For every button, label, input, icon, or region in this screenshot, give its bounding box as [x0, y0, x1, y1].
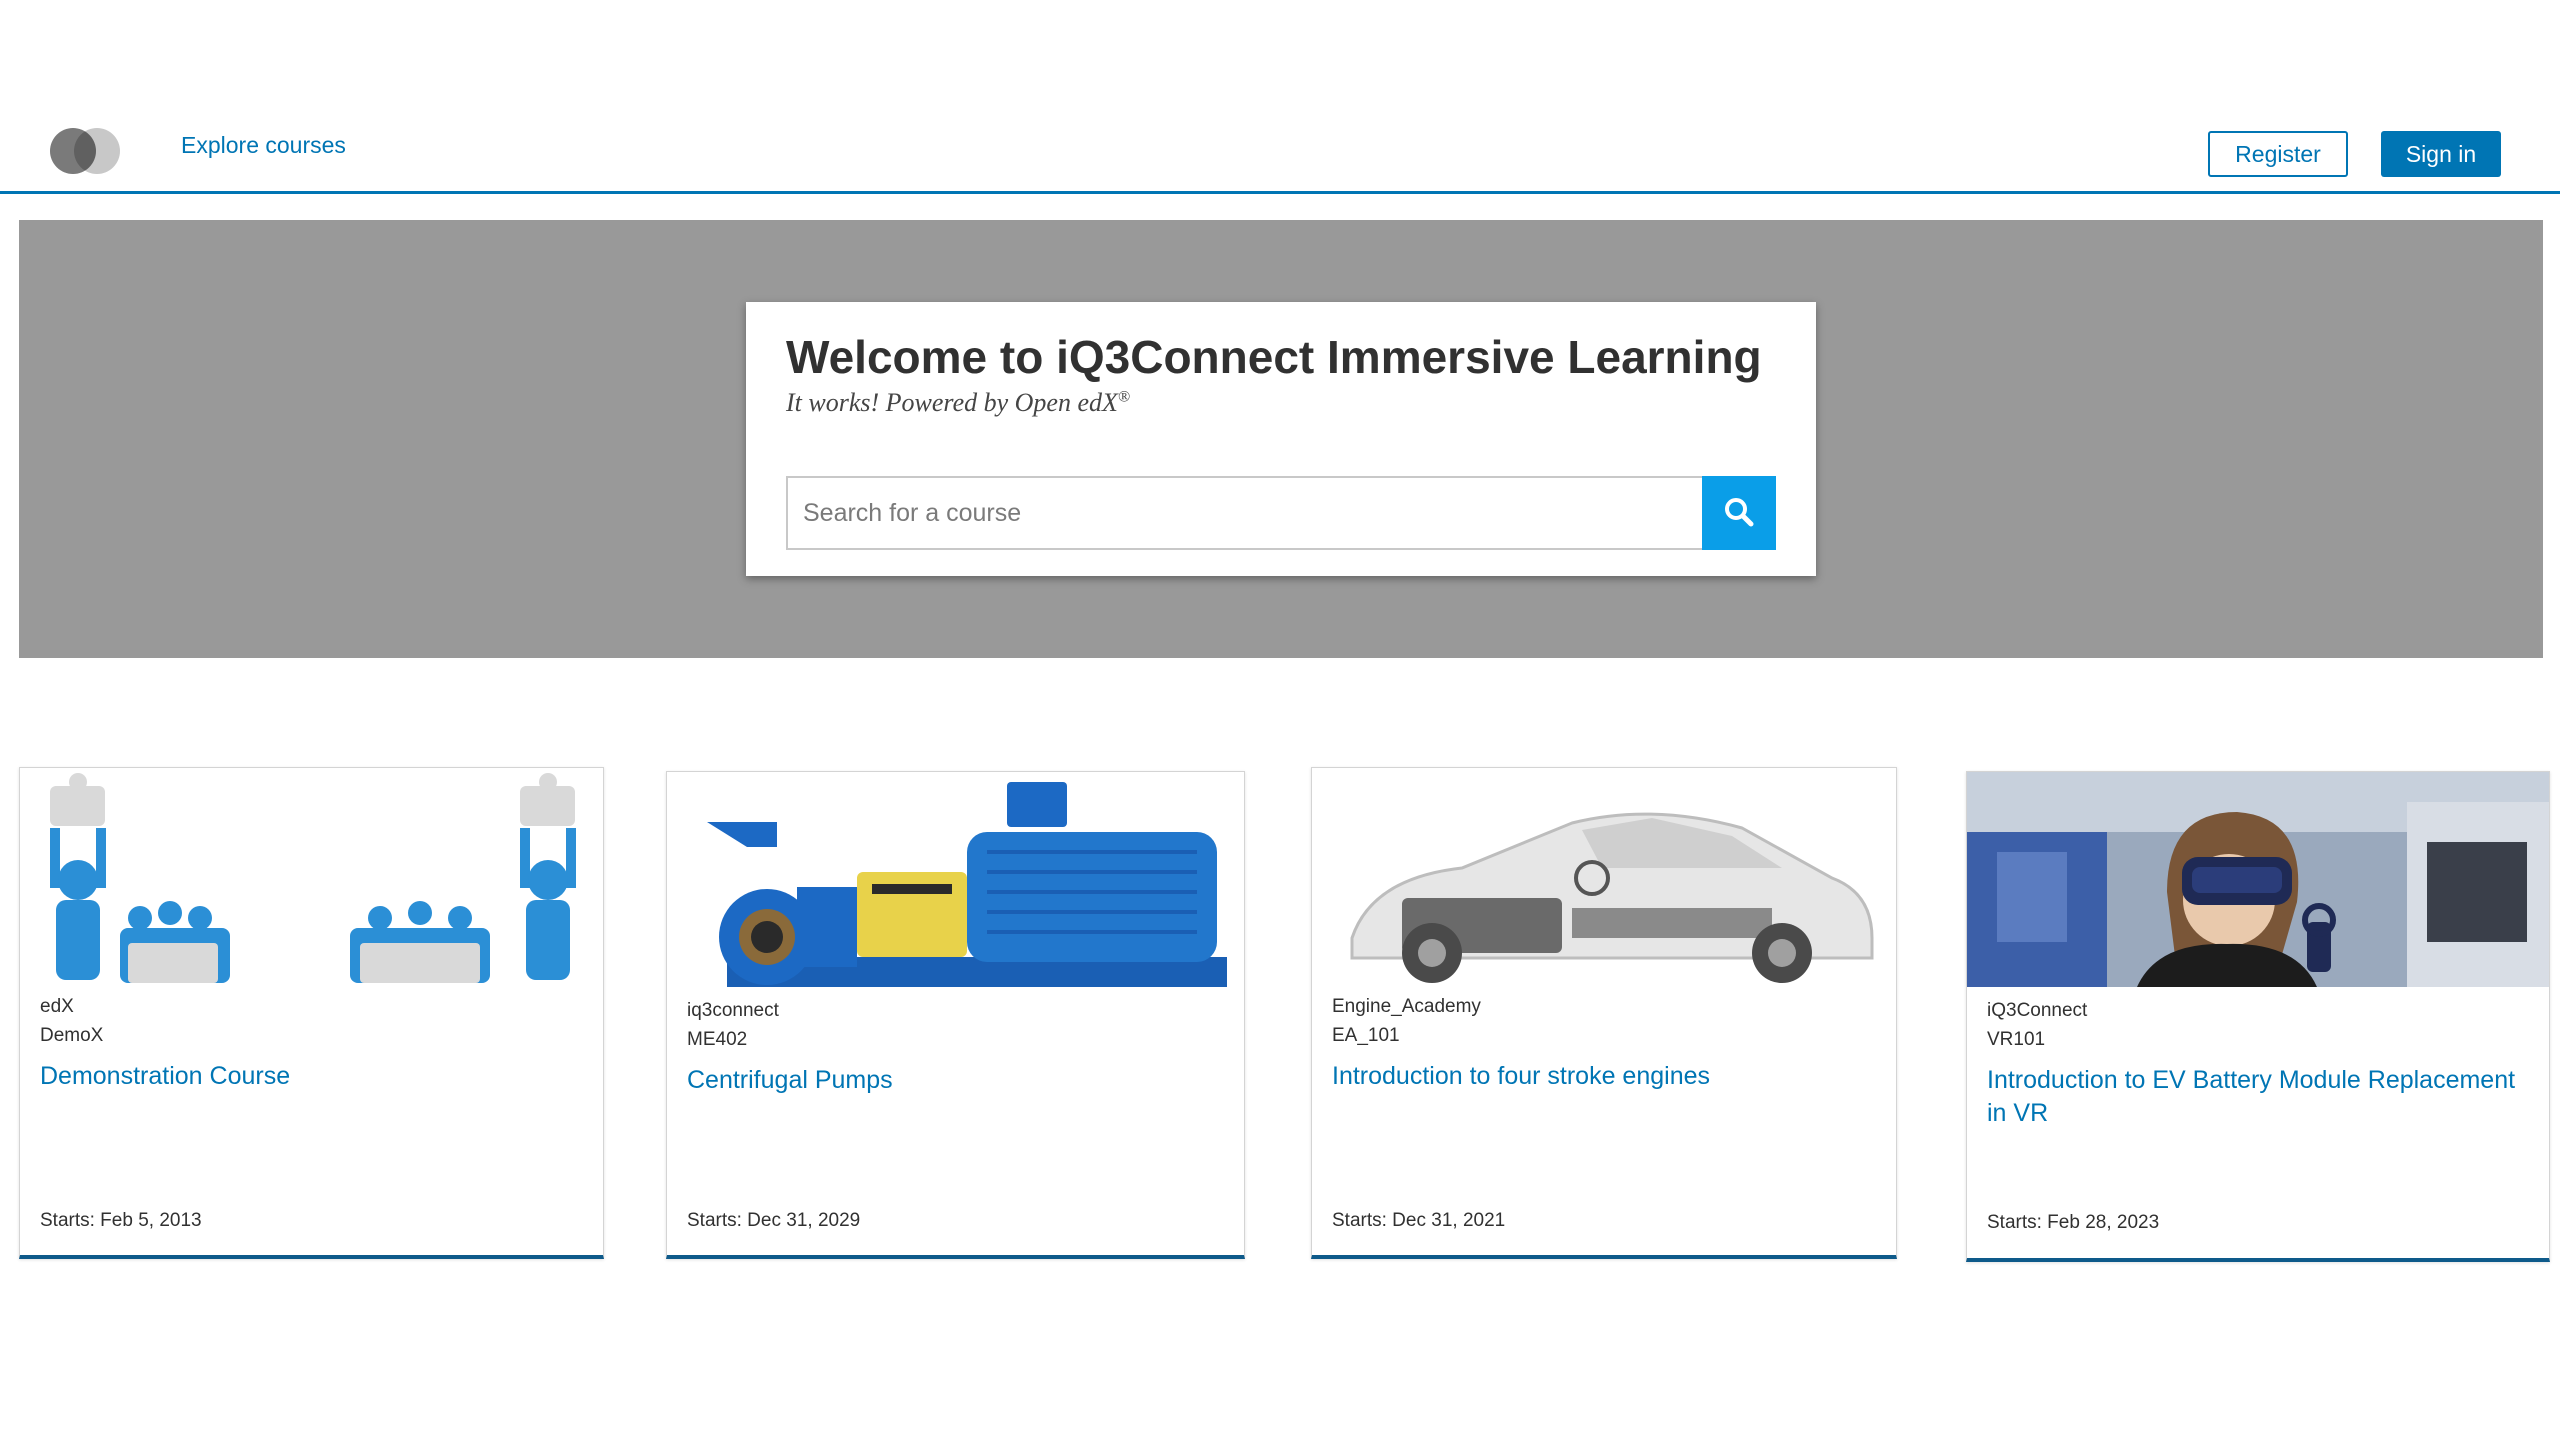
course-title-link[interactable]: Introduction to four stroke engines	[1332, 1060, 1878, 1093]
course-card[interactable]: iq3connect ME402 Centrifugal Pumps Start…	[666, 771, 1245, 1259]
registered-mark: ®	[1117, 388, 1131, 406]
site-header: Explore courses Register Sign in	[0, 0, 2560, 194]
course-image-vr-headset	[1967, 772, 2549, 987]
course-card[interactable]: edX DemoX Demonstration Course Starts: F…	[19, 767, 604, 1259]
course-start-date: Starts: Dec 31, 2029	[687, 1210, 861, 1231]
course-number: EA_101	[1332, 1025, 1400, 1046]
welcome-card: Welcome to iQ3Connect Immersive Learning…	[746, 302, 1816, 576]
course-org: iq3connect	[687, 1000, 779, 1021]
course-start-date: Starts: Dec 31, 2021	[1332, 1210, 1506, 1231]
course-card[interactable]: Engine_Academy EA_101 Introduction to fo…	[1311, 767, 1897, 1259]
course-org: iQ3Connect	[1987, 1000, 2088, 1021]
explore-courses-link[interactable]: Explore courses	[181, 132, 346, 159]
course-start-date: Starts: Feb 28, 2023	[1987, 1212, 2160, 1233]
course-start-date: Starts: Feb 5, 2013	[40, 1210, 202, 1231]
search-icon	[1723, 496, 1755, 531]
course-title-link[interactable]: Centrifugal Pumps	[687, 1064, 1226, 1097]
logo-icon[interactable]	[50, 128, 122, 174]
course-org: Engine_Academy	[1332, 996, 1481, 1017]
course-number: VR101	[1987, 1029, 2046, 1050]
sign-in-button[interactable]: Sign in	[2381, 131, 2501, 177]
course-title-link[interactable]: Demonstration Course	[40, 1060, 585, 1093]
subtitle-text: It works! Powered by Open edX	[786, 388, 1118, 417]
course-image-teamwork	[20, 768, 603, 983]
course-card[interactable]: iQ3Connect VR101 Introduction to EV Batt…	[1966, 771, 2550, 1262]
page-title: Welcome to iQ3Connect Immersive Learning	[786, 331, 1762, 383]
course-image-car-engine	[1312, 768, 1896, 983]
course-title-link[interactable]: Introduction to EV Battery Module Replac…	[1987, 1064, 2531, 1130]
register-button[interactable]: Register	[2208, 131, 2348, 177]
course-number: ME402	[687, 1029, 748, 1050]
course-image-pump	[667, 772, 1244, 987]
powered-by-subtitle: It works! Powered by Open edX®	[786, 388, 1130, 418]
course-number: DemoX	[40, 1025, 104, 1046]
hero-banner: Welcome to iQ3Connect Immersive Learning…	[19, 220, 2543, 658]
course-search-input[interactable]	[786, 476, 1702, 550]
search-button[interactable]	[1702, 476, 1776, 550]
course-org: edX	[40, 996, 74, 1017]
